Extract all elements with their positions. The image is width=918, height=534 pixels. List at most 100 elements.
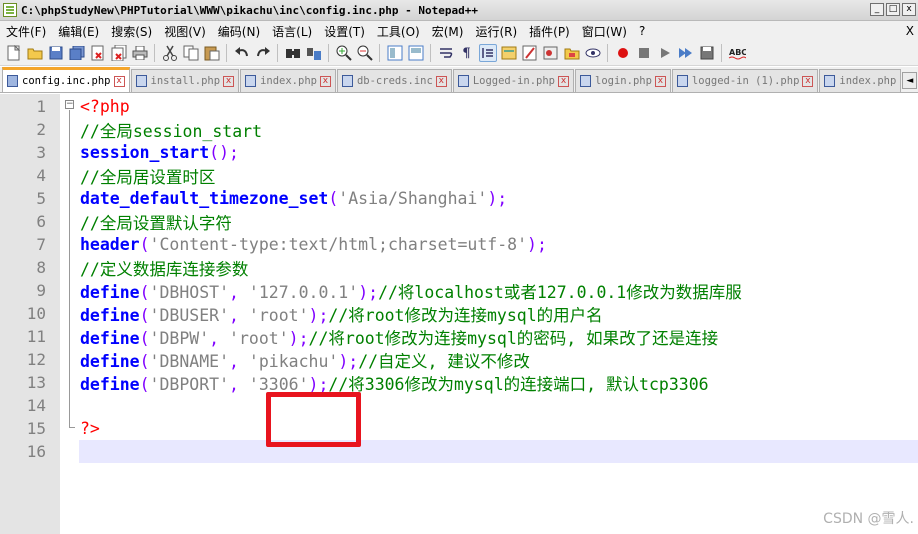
code-line[interactable]: 12 define('DBNAME', 'pikachu');//自定义, 建议不… <box>0 348 918 371</box>
line-number: 14 <box>26 396 46 415</box>
paste-icon[interactable] <box>203 44 221 62</box>
close-tab-icon[interactable]: x <box>654 75 666 87</box>
menu-macro[interactable]: 宏(M) <box>426 23 470 40</box>
close-icon[interactable] <box>89 44 107 62</box>
code-text: //定义数据库连接参数 <box>80 256 248 280</box>
menu-edit[interactable]: 编辑(E) <box>52 23 105 40</box>
code-line[interactable]: 1 <?php <box>0 95 918 118</box>
save-all-icon[interactable] <box>68 44 86 62</box>
record-icon[interactable] <box>614 44 632 62</box>
line-number: 7 <box>36 235 46 254</box>
doc-map-icon[interactable] <box>521 44 539 62</box>
code-line[interactable]: 2 //全局session_start <box>0 118 918 141</box>
stop-icon[interactable] <box>635 44 653 62</box>
tab-config-inc-php[interactable]: config.inc.php x <box>2 67 130 92</box>
redo-icon[interactable] <box>254 44 272 62</box>
code-line[interactable]: 6 //全局设置默认字符 <box>0 210 918 233</box>
code-token: define <box>80 328 140 348</box>
maximize-button[interactable]: □ <box>886 3 900 16</box>
tab-index-php-2[interactable]: index.php <box>819 69 902 92</box>
indent-guide-icon[interactable] <box>478 44 497 62</box>
menu-plugins[interactable]: 插件(P) <box>523 23 576 40</box>
close-tab-icon[interactable]: x <box>558 75 570 87</box>
menu-search[interactable]: 搜索(S) <box>105 23 158 40</box>
find-icon[interactable] <box>284 44 302 62</box>
menu-view[interactable]: 视图(V) <box>158 23 212 40</box>
all-chars-icon[interactable]: ¶ <box>458 44 476 62</box>
udl-icon[interactable] <box>500 44 518 62</box>
code-line[interactable]: 9 define('DBHOST', '127.0.0.1');//将localh… <box>0 279 918 302</box>
close-tab-icon[interactable]: x <box>319 75 331 87</box>
code-token: ( <box>139 305 150 325</box>
tab-install-php[interactable]: install.php x <box>130 69 240 92</box>
tab-logged-in-1-php[interactable]: logged-in (1).php x <box>671 69 819 92</box>
menu-bar: 文件(F) 编辑(E) 搜索(S) 视图(V) 编码(N) 语言(L) 设置(T… <box>0 21 918 41</box>
new-icon[interactable] <box>5 44 23 62</box>
play-multi-icon[interactable] <box>677 44 695 62</box>
code-line[interactable]: 4 //全局居设置时区 <box>0 164 918 187</box>
code-line[interactable]: 7 header('Content-type:text/html;charset=… <box>0 233 918 256</box>
editor-area[interactable]: − 1 <?php 2//全局session_start 3 session_start… <box>0 94 918 534</box>
function-list-icon[interactable] <box>542 44 560 62</box>
menu-tools[interactable]: 工具(O) <box>371 23 426 40</box>
code-line[interactable]: 13 define('DBPORT', '3306');//将3306修改为mys… <box>0 371 918 394</box>
sync-v-icon[interactable] <box>386 44 404 62</box>
code-line[interactable]: 11 define('DBPW', 'root');//将root修改为连接mys… <box>0 325 918 348</box>
replace-icon[interactable] <box>305 44 323 62</box>
play-icon[interactable] <box>656 44 674 62</box>
zoom-in-icon[interactable] <box>335 44 353 62</box>
code-token: define <box>80 374 140 394</box>
code-line[interactable]: 8 //定义数据库连接参数 <box>0 256 918 279</box>
close-tab-icon[interactable]: x <box>802 75 814 87</box>
print-icon[interactable] <box>131 44 149 62</box>
undo-icon[interactable] <box>233 44 251 62</box>
line-number: 6 <box>36 212 46 231</box>
tab-index-php[interactable]: index.php x <box>240 69 336 92</box>
toolbar-separator <box>721 44 722 62</box>
copy-icon[interactable] <box>182 44 200 62</box>
wrap-icon[interactable] <box>437 44 455 62</box>
menu-settings[interactable]: 设置(T) <box>318 23 371 40</box>
close-tab-icon[interactable]: x <box>113 75 125 87</box>
close-all-icon[interactable] <box>110 44 128 62</box>
code-token: date_default_timezone_set <box>80 189 329 208</box>
folder-workspace-icon[interactable] <box>563 44 581 62</box>
menu-help[interactable]: ? <box>633 24 651 38</box>
zoom-out-icon[interactable] <box>356 44 374 62</box>
code-line[interactable]: 10 define('DBUSER', 'root');//将root修改为连接m… <box>0 302 918 325</box>
code-line[interactable]: 5 date_default_timezone_set('Asia/Shangha… <box>0 187 918 210</box>
menu-encoding[interactable]: 编码(N) <box>212 23 266 40</box>
code-line[interactable]: 15 ?> <box>0 417 918 440</box>
code-line[interactable]: 16 <box>0 440 918 463</box>
save-icon[interactable] <box>47 44 65 62</box>
save-macro-icon[interactable] <box>698 44 716 62</box>
sync-h-icon[interactable] <box>407 44 425 62</box>
tab-logged-in-php[interactable]: Logged-in.php x <box>452 69 575 92</box>
menu-window[interactable]: 窗口(W) <box>576 23 633 40</box>
close-window-button[interactable]: x <box>902 3 916 16</box>
close-doc-button[interactable]: X <box>906 24 914 38</box>
close-tab-icon[interactable]: x <box>435 75 447 87</box>
menu-language[interactable]: 语言(L) <box>266 23 318 40</box>
cut-icon[interactable] <box>161 44 179 62</box>
code-token: ( <box>139 351 150 371</box>
line-number: 2 <box>36 120 46 139</box>
code-text: <?php <box>80 97 130 116</box>
tab-scroll-left-button[interactable]: ◄ <box>902 72 918 89</box>
minimize-button[interactable]: _ <box>870 3 884 16</box>
tab-db-creds-inc[interactable]: db-creds.inc x <box>336 69 452 92</box>
code-text: define('DBNAME', 'pikachu');//自定义, 建议不修改 <box>80 348 530 372</box>
code-line[interactable]: 14 <box>0 394 918 417</box>
tab-login-php[interactable]: login.php x <box>575 69 671 92</box>
code-text: //全局session_start <box>80 118 262 142</box>
tab-label: db-creds.inc <box>356 75 433 87</box>
line-number: 10 <box>26 304 46 323</box>
monitor-icon[interactable] <box>584 44 602 62</box>
code-token: ); <box>308 374 329 394</box>
spellcheck-icon[interactable]: ABC <box>728 44 746 62</box>
close-tab-icon[interactable]: x <box>223 75 235 87</box>
menu-run[interactable]: 运行(R) <box>469 23 523 40</box>
menu-file[interactable]: 文件(F) <box>0 23 52 40</box>
open-icon[interactable] <box>26 44 44 62</box>
code-line[interactable]: 3 session_start(); <box>0 141 918 164</box>
